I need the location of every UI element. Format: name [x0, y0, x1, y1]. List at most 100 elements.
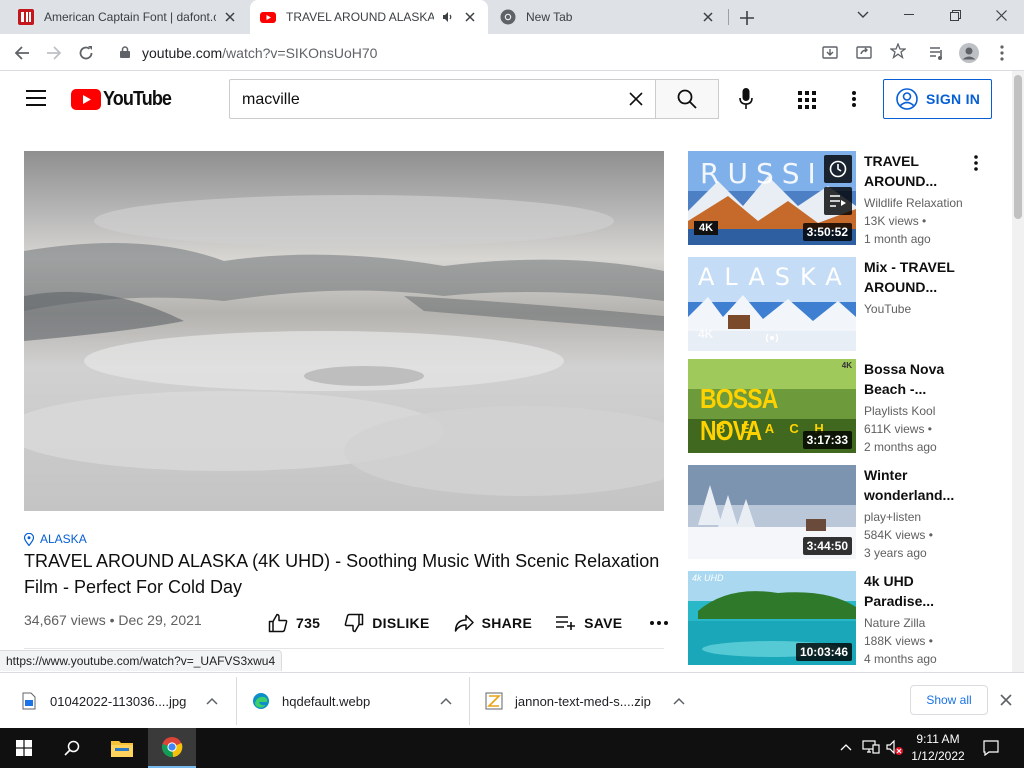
page-scrollbar[interactable] — [1012, 71, 1024, 672]
video-thumbnail[interactable]: RUSSI 4K 3:50:52 — [688, 151, 856, 245]
watch-later-icon[interactable] — [824, 155, 852, 183]
recommendation-item[interactable]: RUSSI 4K 3:50:52 TRAVEL AROUND... Wildli… — [688, 151, 1008, 246]
minimize-icon[interactable] — [886, 0, 932, 30]
download-item[interactable]: jannon-text-med-s....zip — [485, 673, 695, 729]
tab-dafont[interactable]: American Captain Font | dafont.c — [8, 0, 248, 34]
video-thumbnail[interactable]: 3:44:50 — [688, 465, 856, 559]
hamburger-menu-icon[interactable] — [26, 90, 46, 106]
recommendation-item[interactable]: ALASKA 4K Mix - TRAVEL AROUND... YouTube — [688, 257, 1008, 351]
video-thumbnail[interactable]: ALASKA 4K — [688, 257, 856, 351]
download-item[interactable]: hqdefault.webp — [252, 673, 462, 729]
restore-icon[interactable] — [932, 0, 978, 30]
video-thumbnail[interactable]: 4k UHD 10:03:46 — [688, 571, 856, 665]
tab-new-tab[interactable]: New Tab — [490, 0, 726, 34]
share-arrow-icon — [454, 614, 474, 632]
tab-search-chevron-icon[interactable] — [840, 0, 886, 30]
channel-name[interactable]: Wildlife Relaxation — [864, 196, 963, 210]
show-all-button[interactable]: Show all — [910, 685, 988, 715]
reload-icon[interactable] — [74, 41, 98, 65]
youtube-logo[interactable]: YouTube — [71, 88, 179, 111]
search-input[interactable]: macville — [229, 79, 656, 119]
system-clock[interactable]: 9:11 AM 1/12/2022 — [906, 731, 970, 765]
apps-grid-icon[interactable] — [798, 91, 816, 109]
recommendation-item[interactable]: 3:44:50 Winter wonderland... play+listen… — [688, 465, 1008, 560]
channel-name[interactable]: YouTube — [864, 302, 911, 316]
start-windows-icon[interactable] — [0, 728, 48, 768]
speaker-icon[interactable] — [440, 9, 456, 25]
tab-youtube[interactable]: TRAVEL AROUND ALASKA (4 — [250, 0, 488, 34]
add-to-queue-icon[interactable] — [824, 187, 852, 215]
recommendation-item[interactable]: 4k UHD 10:03:46 4k UHD Paradise... Natur… — [688, 571, 1008, 666]
view-count: 188K views • — [864, 634, 933, 648]
upload-age: 2 months ago — [864, 440, 937, 454]
video-frame-image — [24, 151, 664, 511]
settings-kebab-icon[interactable] — [852, 91, 856, 107]
quality-badge: 4K — [839, 361, 854, 370]
clear-search-icon[interactable] — [629, 92, 643, 106]
network-icon[interactable] — [862, 740, 880, 754]
chevron-up-icon[interactable] — [673, 697, 685, 705]
search-query-text: macville — [242, 91, 300, 108]
youtube-icon — [260, 12, 276, 23]
video-location[interactable]: ALASKA — [24, 532, 87, 546]
video-thumbnail[interactable]: BOSSA NOVA B E A C H 4K 3:17:33 — [688, 359, 856, 453]
recommendation-item[interactable]: BOSSA NOVA B E A C H 4K 3:17:33 Bossa No… — [688, 359, 1008, 454]
tab-close-icon[interactable] — [462, 9, 478, 25]
channel-name[interactable]: Nature Zilla — [864, 616, 925, 630]
new-tab-plus-icon[interactable] — [736, 7, 758, 29]
show-hidden-icons-chevron[interactable] — [840, 743, 852, 751]
video-duration: 10:03:46 — [795, 643, 852, 661]
search-button[interactable] — [655, 79, 719, 119]
chrome-menu-icon[interactable] — [990, 41, 1014, 65]
notifications-icon[interactable] — [983, 740, 999, 756]
url-host: youtube.com — [142, 45, 223, 61]
volume-muted-icon[interactable] — [886, 740, 904, 756]
recommendation-title: Mix - TRAVEL AROUND... — [864, 259, 955, 295]
download-divider — [236, 677, 237, 725]
share-icon[interactable] — [856, 44, 872, 60]
tab-close-icon[interactable] — [700, 9, 716, 25]
clock-date: 1/12/2022 — [911, 749, 965, 763]
scrollbar-thumb[interactable] — [1014, 75, 1022, 219]
account-circle-icon — [896, 88, 918, 110]
recommendation-title: Winter wonderland... — [864, 467, 955, 503]
video-player[interactable] — [24, 151, 664, 511]
view-count: 13K views • — [864, 214, 927, 228]
dislike-button[interactable]: DISLIKE — [344, 613, 429, 633]
tab-strip: American Captain Font | dafont.c TRAVEL … — [0, 0, 1024, 34]
profile-avatar-icon[interactable] — [957, 41, 981, 65]
channel-name[interactable]: Playlists Kool — [864, 404, 935, 418]
address-bar[interactable]: youtube.com/watch?v=SIKOnsUoH70 — [106, 37, 920, 67]
video-title: TRAVEL AROUND ALASKA (4K UHD) - Soothing… — [24, 551, 660, 597]
save-button[interactable]: SAVE — [556, 615, 622, 631]
window-close-icon[interactable] — [978, 0, 1024, 30]
install-app-icon[interactable] — [822, 44, 838, 60]
dislike-label: DISLIKE — [372, 615, 430, 631]
thumbnail-overlay-text: ALASKA — [698, 263, 852, 291]
thumbs-down-icon — [344, 613, 364, 633]
back-arrow-icon[interactable] — [10, 41, 34, 65]
media-control-icon[interactable] — [925, 41, 949, 65]
microphone-icon[interactable] — [739, 88, 753, 110]
forward-arrow-icon[interactable] — [42, 41, 66, 65]
chevron-up-icon[interactable] — [206, 697, 218, 705]
file-explorer-icon[interactable] — [98, 728, 146, 768]
sign-in-button[interactable]: SIGN IN — [883, 79, 992, 119]
bookmark-star-icon[interactable] — [890, 43, 906, 59]
chrome-taskbar-icon[interactable] — [148, 728, 196, 768]
more-actions-icon[interactable] — [650, 621, 676, 625]
channel-name[interactable]: play+listen — [864, 510, 921, 524]
status-bar-url: https://www.youtube.com/watch?v=_UAFVS3x… — [0, 650, 283, 671]
close-downloads-icon[interactable] — [1000, 694, 1012, 706]
download-filename: hqdefault.webp — [282, 693, 371, 709]
like-button[interactable]: 735 — [268, 613, 320, 633]
recommendation-menu-icon[interactable] — [970, 155, 982, 171]
share-button[interactable]: SHARE — [454, 614, 533, 632]
url-text: youtube.com/watch?v=SIKOnsUoH70 — [142, 45, 377, 61]
tab-close-icon[interactable] — [222, 9, 238, 25]
browser-toolbar: youtube.com/watch?v=SIKOnsUoH70 — [0, 34, 1024, 71]
upload-age: 4 months ago — [864, 652, 937, 666]
taskbar-search-icon[interactable] — [48, 728, 96, 768]
download-item[interactable]: 01042022-113036....jpg — [20, 673, 230, 729]
chevron-up-icon[interactable] — [440, 697, 452, 705]
